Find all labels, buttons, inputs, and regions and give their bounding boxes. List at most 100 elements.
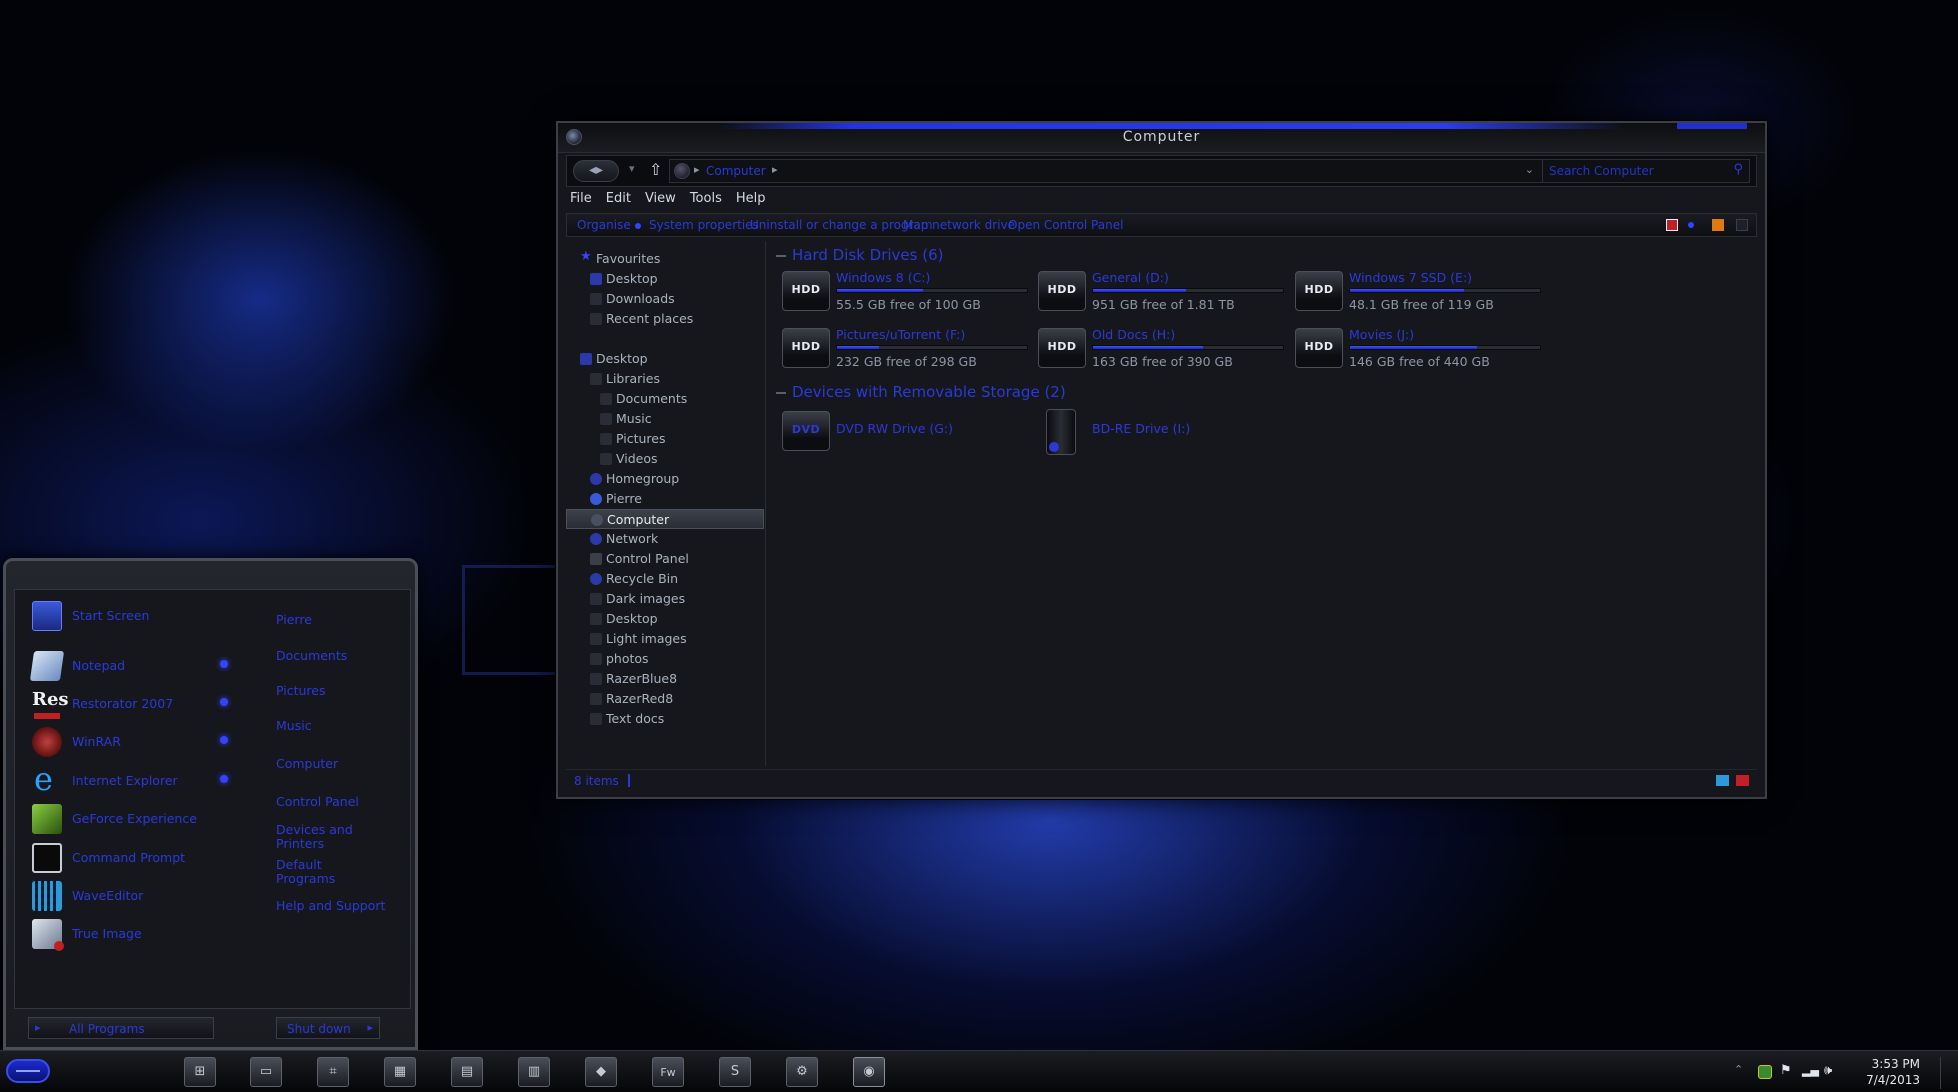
start-link-user[interactable]: Pierre [276, 613, 396, 627]
pinned-wave-editor[interactable]: WaveEditor [26, 879, 266, 913]
pinned-start-screen[interactable]: Start Screen [26, 599, 266, 633]
taskbar-app-settings[interactable]: ⚙ [786, 1057, 818, 1087]
start-link-devices-printers[interactable]: Devices and Printers [276, 823, 356, 851]
taskbar-app-editor[interactable]: ▥ [518, 1057, 550, 1087]
address-dropdown-icon[interactable]: ⌄ [1525, 163, 1534, 176]
group-header-removable-storage[interactable]: Devices with Removable Storage (2) [776, 383, 1066, 401]
group-header-hard-disk-drives[interactable]: Hard Disk Drives (6) [776, 246, 943, 264]
nav-homegroup[interactable]: Homegroup [566, 469, 764, 489]
show-desktop-button[interactable] [1940, 1057, 1952, 1089]
start-link-pictures[interactable]: Pictures [276, 684, 396, 698]
device-tile[interactable]: DVD DVD RW Drive (G:) [782, 409, 1032, 461]
up-arrow-icon[interactable]: ⇧ [649, 160, 662, 179]
organise-button[interactable]: Organise [577, 218, 641, 232]
shutdown-button[interactable]: Shut down ▸ [276, 1017, 380, 1039]
jump-list-arrow-icon[interactable] [220, 736, 228, 744]
breadcrumb-chevron-icon[interactable]: ▸ [694, 163, 700, 176]
nav-network[interactable]: Network [566, 529, 764, 549]
volume-icon[interactable]: 🕪 [1824, 1063, 1838, 1078]
action-center-flag-icon[interactable]: ⚑ [1780, 1063, 1794, 1078]
address-bar[interactable]: ▸ Computer ▸ ⌄ ↻ [669, 159, 1561, 183]
start-link-help-support[interactable]: Help and Support [276, 899, 396, 913]
start-button[interactable] [6, 1059, 50, 1083]
taskbar-app-notes[interactable]: ◆ [585, 1057, 617, 1087]
menu-file[interactable]: File [570, 191, 592, 206]
start-link-default-programs[interactable]: Default Programs [276, 858, 346, 886]
clock-date[interactable]: 7/4/2013 [1866, 1073, 1920, 1087]
nav-pictures[interactable]: Pictures [566, 429, 764, 449]
large-icons-view-icon[interactable] [1736, 775, 1749, 786]
nav-folder-light-images[interactable]: Light images [566, 629, 764, 649]
change-view-icon[interactable] [1666, 219, 1678, 231]
menu-help[interactable]: Help [736, 191, 766, 206]
pinned-internet-explorer[interactable]: e Internet Explorer [26, 760, 266, 798]
nav-folder-dark-images[interactable]: Dark images [566, 589, 764, 609]
nav-folder-desktop[interactable]: Desktop [566, 609, 764, 629]
taskbar-app-explorer[interactable]: ▭ [250, 1057, 282, 1087]
nav-control-panel[interactable]: Control Panel [566, 549, 764, 569]
nav-recycle-bin[interactable]: Recycle Bin [566, 569, 764, 589]
help-icon[interactable] [1736, 219, 1748, 231]
search-icon[interactable]: ⚲ [1733, 162, 1743, 177]
pinned-true-image[interactable]: True Image [26, 917, 266, 951]
nav-folder-text-docs[interactable]: Text docs [566, 709, 764, 729]
nav-downloads[interactable]: Downloads [566, 289, 764, 309]
nav-user[interactable]: Pierre [566, 489, 764, 509]
drive-tile[interactable]: HDD Windows 8 (C:) 55.5 GB free of 100 G… [782, 269, 1032, 321]
nav-recent-places[interactable]: Recent places [566, 309, 764, 329]
nav-favourites-desktop[interactable]: Desktop [566, 269, 764, 289]
drive-tile[interactable]: HDD Movies (J:) 146 GB free of 440 GB [1295, 326, 1545, 378]
breadcrumb-computer[interactable]: Computer [706, 164, 766, 178]
nav-favourites[interactable]: ★ Favourites [566, 249, 764, 269]
start-link-control-panel[interactable]: Control Panel [276, 795, 396, 809]
view-dropdown-icon[interactable] [1688, 222, 1694, 228]
drive-tile[interactable]: HDD Old Docs (H:) 163 GB free of 390 GB [1038, 326, 1288, 378]
show-hidden-icons-icon[interactable]: ⌃ [1734, 1063, 1748, 1077]
nav-videos[interactable]: Videos [566, 449, 764, 469]
jump-list-arrow-icon[interactable] [220, 775, 228, 783]
taskbar-app-skype[interactable]: S [719, 1057, 751, 1087]
pinned-restorator[interactable]: Res Restorator 2007 [26, 687, 266, 721]
jump-list-arrow-icon[interactable] [220, 698, 228, 706]
device-tile[interactable]: BD-RE Drive (I:) [1038, 409, 1288, 461]
network-signal-icon[interactable]: ▂▄ [1802, 1064, 1819, 1078]
nav-desktop[interactable]: Desktop [566, 349, 764, 369]
nav-computer[interactable]: Computer [566, 509, 764, 529]
taskbar-app-media[interactable]: ▦ [384, 1057, 416, 1087]
pinned-winrar[interactable]: WinRAR [26, 725, 266, 759]
pinned-notepad[interactable]: Notepad [26, 649, 266, 683]
nav-documents[interactable]: Documents [566, 389, 764, 409]
map-network-drive-button[interactable]: Map network drive [903, 218, 1015, 232]
start-link-music[interactable]: Music [276, 719, 396, 733]
jump-list-arrow-icon[interactable] [220, 660, 228, 668]
menu-tools[interactable]: Tools [690, 191, 722, 206]
taskbar-app-document[interactable]: ▤ [451, 1057, 483, 1087]
all-programs-button[interactable]: ▸ All Programs [28, 1017, 214, 1039]
search-box[interactable]: ⚲ [1542, 159, 1750, 183]
start-link-documents[interactable]: Documents [276, 649, 396, 663]
nav-folder-razerred8[interactable]: RazerRed8 [566, 689, 764, 709]
pinned-command-prompt[interactable]: Command Prompt [26, 841, 266, 875]
clock-time[interactable]: 3:53 PM [1872, 1057, 1920, 1071]
taskbar-app-snipping-tool[interactable]: ⌗ [317, 1057, 349, 1087]
open-control-panel-button[interactable]: Open Control Panel [1008, 218, 1123, 232]
start-link-computer[interactable]: Computer [276, 757, 396, 771]
nav-music[interactable]: Music [566, 409, 764, 429]
recent-locations-dropdown-icon[interactable]: ▾ [629, 162, 635, 175]
preview-pane-icon[interactable] [1712, 219, 1724, 231]
nav-folder-photos[interactable]: photos [566, 649, 764, 669]
system-properties-button[interactable]: System properties [649, 218, 759, 232]
pinned-geforce-experience[interactable]: GeForce Experience [26, 802, 266, 836]
details-view-icon[interactable] [1716, 775, 1729, 786]
back-forward-button[interactable]: ◂▸ [573, 160, 619, 182]
drive-tile[interactable]: HDD Pictures/uTorrent (F:) 232 GB free o… [782, 326, 1032, 378]
taskbar-app-fireworks[interactable]: Fw [652, 1057, 684, 1087]
breadcrumb-chevron-icon[interactable]: ▸ [772, 163, 778, 176]
nav-folder-razerblue8[interactable]: RazerBlue8 [566, 669, 764, 689]
nav-libraries[interactable]: Libraries [566, 369, 764, 389]
menu-view[interactable]: View [645, 191, 676, 206]
menu-edit[interactable]: Edit [606, 191, 631, 206]
title-bar[interactable]: Computer [558, 123, 1765, 153]
security-icon[interactable] [1758, 1065, 1772, 1079]
shutdown-options-arrow-icon[interactable]: ▸ [367, 1021, 373, 1034]
